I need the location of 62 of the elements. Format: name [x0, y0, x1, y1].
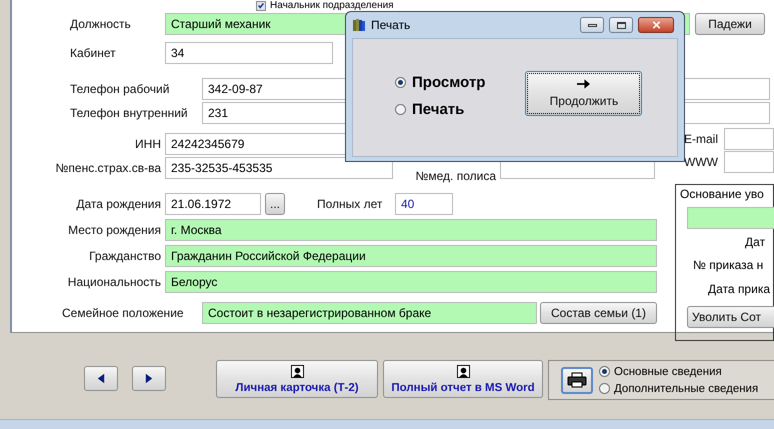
- input-field[interactable]: Белорус: [165, 270, 657, 292]
- print-button[interactable]: [561, 366, 593, 394]
- family-button[interactable]: Состав семьи (1): [540, 302, 657, 324]
- option-label: Просмотр: [412, 74, 486, 91]
- input-field[interactable]: 235-32535-453535: [165, 157, 393, 179]
- field-label: Дата прика: [708, 282, 770, 296]
- books-icon: [352, 18, 366, 32]
- right-arrow-icon: [145, 373, 153, 384]
- input-field[interactable]: Состоит в незарегистрированном браке: [202, 302, 537, 324]
- input-field[interactable]: [724, 128, 774, 150]
- input-field[interactable]: 34: [165, 42, 333, 64]
- maximize-button[interactable]: [609, 17, 633, 33]
- option-label: Основные сведения: [614, 366, 722, 378]
- close-button[interactable]: [638, 17, 674, 33]
- field-label: E-mail: [684, 132, 720, 146]
- field-label: Телефон внутренний: [70, 106, 189, 120]
- minimize-button[interactable]: [580, 17, 604, 33]
- field-label: Семейное положение: [62, 306, 185, 320]
- dialog-title: Печать: [371, 18, 412, 32]
- report-button[interactable]: Личная карточка (Т-2): [216, 360, 378, 398]
- option-label: Дополнительные сведения: [614, 382, 758, 394]
- input-field[interactable]: Гражданин Российской Федерации: [165, 244, 657, 266]
- field-label: Основание уво: [680, 187, 764, 201]
- checkbox-label: Начальник подразделения: [270, 0, 394, 11]
- field-label: Гражданство: [88, 248, 162, 262]
- option-label: Печать: [412, 101, 464, 118]
- continue-button[interactable]: Продолжить: [525, 71, 642, 116]
- input-field[interactable]: 21.06.1972: [165, 193, 261, 215]
- radio-button[interactable]: [599, 366, 610, 377]
- field-label: Дат: [745, 235, 766, 249]
- input-field[interactable]: 40: [395, 193, 453, 215]
- field-label: № приказа н: [693, 258, 764, 272]
- field-label: Национальность: [66, 274, 162, 288]
- radio-button[interactable]: [395, 104, 406, 115]
- person-icon: [456, 364, 470, 378]
- dismiss-button[interactable]: Уволить Сот: [687, 306, 774, 328]
- radio-button[interactable]: [599, 383, 610, 394]
- field-label: №пенс.страх.св-ва: [54, 161, 162, 175]
- checkbox[interactable]: [256, 0, 266, 10]
- field-label: WWW: [684, 155, 719, 169]
- next-button[interactable]: [132, 366, 166, 391]
- date-picker-button[interactable]: ...: [265, 193, 285, 215]
- field-label: №мед. полиса: [414, 169, 497, 183]
- cases-button[interactable]: Падежи: [695, 13, 765, 35]
- person-icon: [290, 364, 304, 378]
- field-label: ИНН: [134, 137, 162, 151]
- input-field[interactable]: г. Москва: [165, 218, 657, 240]
- right-arrow-icon: [577, 79, 590, 89]
- left-arrow-icon: [97, 373, 105, 384]
- field-label: Дата рождения: [75, 197, 162, 211]
- previous-button[interactable]: [84, 366, 118, 391]
- field-label: Полных лет: [317, 197, 384, 211]
- close-icon: [652, 21, 660, 29]
- field-label: Место рождения: [67, 222, 162, 236]
- field-label: Телефон рабочий: [70, 82, 170, 96]
- radio-button[interactable]: [395, 77, 406, 88]
- field-label: Кабинет: [70, 46, 117, 60]
- report-button[interactable]: Полный отчет в MS Word: [383, 360, 543, 398]
- input-field[interactable]: [687, 207, 774, 229]
- field-label: Должность: [70, 17, 132, 31]
- printer-icon: [567, 372, 587, 388]
- input-field[interactable]: [724, 151, 774, 173]
